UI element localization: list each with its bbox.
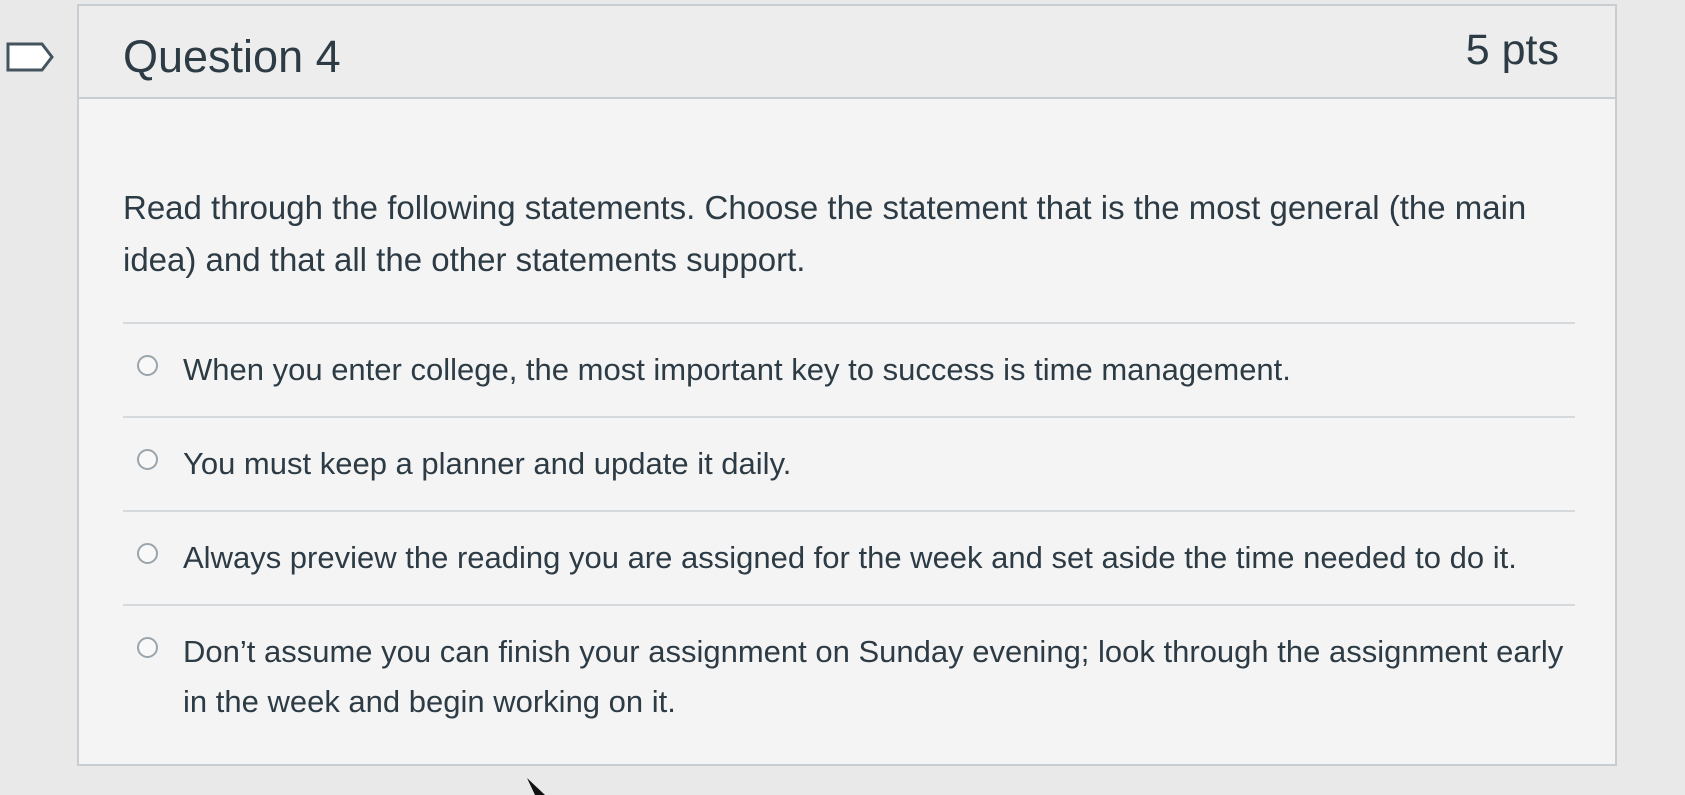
question-card: Question 4 5 pts Read through the follow… [77,4,1617,766]
answer-label: Always preview the reading you are assig… [183,540,1517,575]
answer-option-2[interactable]: You must keep a planner and update it da… [123,418,1575,512]
question-prompt: Read through the following statements. C… [123,189,1527,278]
answer-option-1[interactable]: When you enter college, the most importa… [123,324,1575,418]
radio-button-icon[interactable] [137,637,158,658]
answer-label: You must keep a planner and update it da… [183,446,792,481]
question-body: Read through the following statements. C… [123,182,1575,719]
answer-list: When you enter college, the most importa… [123,322,1575,748]
answer-option-3[interactable]: Always preview the reading you are assig… [123,512,1575,606]
answer-label: When you enter college, the most importa… [183,352,1291,387]
answer-label: Don’t assume you can finish your assignm… [183,634,1564,719]
mouse-cursor-icon [527,778,545,795]
question-title: Question 4 [123,31,341,82]
question-header: Question 4 5 pts [79,6,1615,99]
answer-option-4[interactable]: Don’t assume you can finish your assignm… [123,606,1575,748]
radio-button-icon[interactable] [137,355,158,376]
question-points: 5 pts [1465,26,1559,74]
radio-button-icon[interactable] [137,543,158,564]
radio-button-icon[interactable] [137,449,158,470]
flag-question-icon[interactable] [6,42,54,72]
